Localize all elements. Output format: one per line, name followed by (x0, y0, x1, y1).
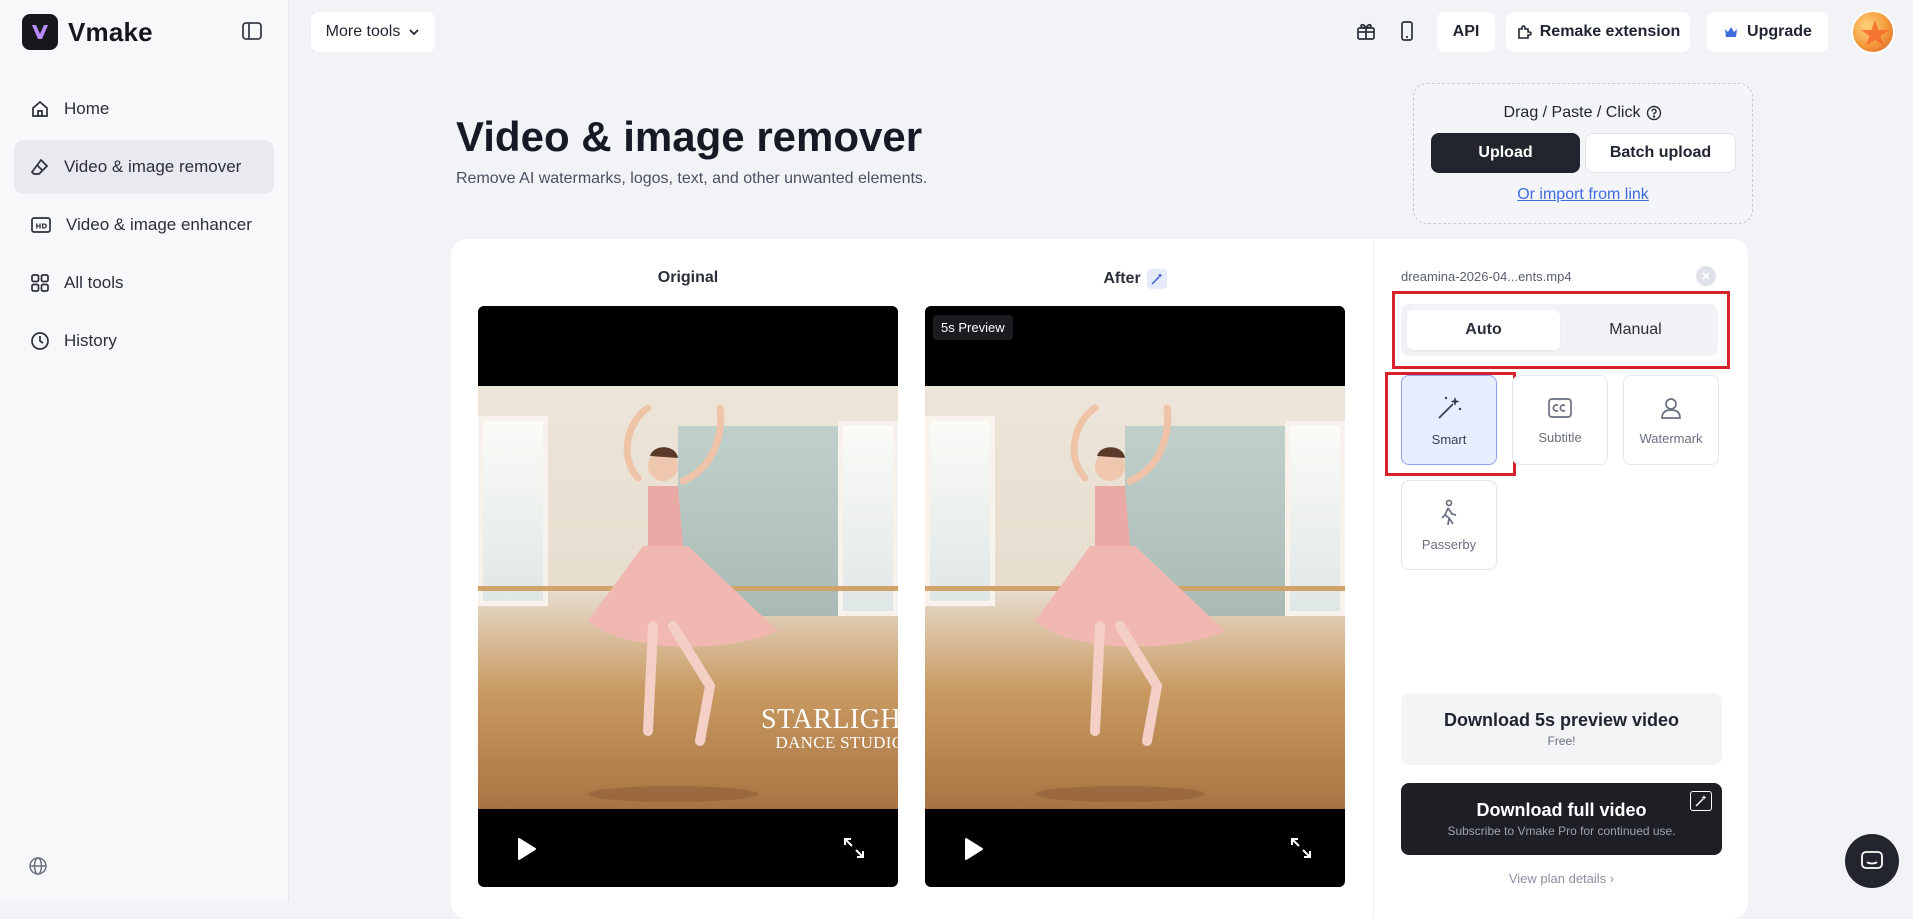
download-preview-title: Download 5s preview video (1443, 710, 1680, 730)
original-label: Original (657, 269, 719, 286)
sidebar: Vmake Home Video & image remover HD Vide… (0, 0, 289, 901)
download-preview-note: Free! (1547, 734, 1576, 748)
app-logo[interactable]: Vmake (22, 14, 153, 50)
pro-magic-icon (1690, 791, 1712, 811)
video-frame (925, 386, 1345, 809)
download-preview-button[interactable]: Download 5s preview video Free! (1401, 693, 1722, 765)
tool-label: Subtitle (1538, 429, 1582, 445)
close-icon[interactable] (1696, 266, 1716, 286)
tool-smart[interactable]: Smart (1401, 375, 1497, 465)
sidebar-item-history[interactable]: History (14, 314, 274, 368)
passerby-icon (1441, 499, 1457, 525)
fullscreen-icon[interactable] (842, 836, 866, 865)
crown-icon (1725, 27, 1738, 37)
tool-passerby[interactable]: Passerby (1401, 480, 1497, 570)
page-title: Video & image remover (456, 113, 923, 160)
extension-icon (1517, 25, 1532, 39)
sidebar-item-label: History (64, 331, 117, 350)
tab-auto[interactable]: Auto (1407, 310, 1560, 350)
sidebar-item-label: Home (64, 99, 110, 118)
tab-manual[interactable]: Manual (1559, 310, 1712, 350)
sidebar-toggle-icon[interactable] (241, 20, 265, 44)
remake-extension-label: Remake extension (1539, 23, 1681, 40)
user-avatar[interactable] (1851, 10, 1895, 54)
api-button[interactable]: API (1437, 12, 1495, 52)
upload-hint-text: Drag / Paste / Click (1503, 104, 1641, 121)
chevron-right-icon: › (1609, 871, 1615, 886)
gift-icon[interactable] (1353, 18, 1379, 44)
help-circle-icon[interactable] (1646, 105, 1662, 121)
sidebar-item-label: Video & image enhancer (66, 215, 252, 234)
tool-watermark[interactable]: Watermark (1623, 375, 1719, 465)
svg-text:HD: HD (36, 223, 48, 231)
file-name: dreamina-2026-04...ents.mp4 (1401, 269, 1572, 284)
ballerina-figure (1035, 404, 1225, 746)
page-subtitle: Remove AI watermarks, logos, text, and o… (456, 170, 928, 187)
plan-link-label: View plan details (1508, 871, 1607, 886)
upgrade-label: Upgrade (1747, 23, 1812, 40)
clock-icon (31, 332, 49, 350)
upgrade-button[interactable]: Upgrade (1707, 12, 1828, 52)
upload-dropzone[interactable]: Drag / Paste / Click Upload Batch upload… (1413, 83, 1753, 224)
watermark-icon (1661, 397, 1681, 419)
tool-label: Smart (1431, 431, 1467, 447)
chat-support-icon[interactable] (1845, 834, 1899, 888)
play-icon[interactable] (961, 836, 985, 867)
original-video-player[interactable]: STARLIGHT DANCE STUDIO (478, 306, 898, 887)
app-name: Vmake (68, 16, 153, 47)
subtitle-icon (1548, 397, 1572, 418)
download-full-button[interactable]: Download full video Subscribe to Vmake P… (1401, 783, 1722, 855)
chevron-down-icon (409, 29, 419, 36)
sidebar-item-video-image-enhancer[interactable]: HD Video & image enhancer (14, 198, 274, 252)
more-tools-dropdown[interactable]: More tools (311, 12, 435, 52)
play-icon[interactable] (514, 836, 538, 867)
api-label: API (1452, 23, 1480, 40)
download-full-title: Download full video (1476, 800, 1647, 820)
studio-watermark: STARLIGHT DANCE STUDIO (761, 704, 898, 752)
after-label-wrap: After (925, 269, 1345, 289)
preview-badge: 5s Preview (933, 315, 1013, 340)
hd-icon: HD (31, 217, 51, 233)
watermark-line-2: DANCE STUDIO (775, 733, 898, 752)
sidebar-item-home[interactable]: Home (14, 82, 274, 136)
tool-label: Watermark (1639, 430, 1703, 446)
sidebar-item-label: Video & image remover (64, 157, 242, 176)
remake-extension-button[interactable]: Remake extension (1506, 12, 1690, 52)
panel-divider (1373, 239, 1374, 919)
vmake-logo-icon (22, 14, 58, 50)
tool-label: Passerby (1421, 536, 1477, 552)
batch-upload-button[interactable]: Batch upload (1585, 133, 1736, 173)
home-icon (32, 100, 48, 117)
editor-card: Original After STARLIGHT (451, 239, 1748, 919)
upload-hint: Drag / Paste / Click (1414, 104, 1752, 122)
mode-switch: Auto Manual (1401, 304, 1718, 356)
sidebar-nav: Home Video & image remover HD Video & im… (14, 82, 274, 372)
import-from-link[interactable]: Or import from link (1414, 186, 1752, 204)
eraser-icon (30, 158, 49, 175)
grid-icon (31, 274, 49, 292)
after-label: After (1103, 270, 1141, 287)
after-video-player[interactable]: 5s Preview (925, 306, 1345, 887)
view-plan-details-link[interactable]: View plan details › (1401, 871, 1722, 886)
sidebar-item-label: All tools (64, 273, 124, 292)
upload-button[interactable]: Upload (1431, 133, 1580, 173)
fullscreen-icon[interactable] (1289, 836, 1313, 865)
magic-badge-icon (1146, 269, 1167, 289)
sidebar-item-video-image-remover[interactable]: Video & image remover (14, 140, 274, 194)
download-full-note: Subscribe to Vmake Pro for continued use… (1447, 824, 1676, 838)
sidebar-item-all-tools[interactable]: All tools (14, 256, 274, 310)
mobile-phone-icon[interactable] (1394, 18, 1420, 44)
tool-subtitle[interactable]: Subtitle (1512, 375, 1608, 465)
language-globe-icon[interactable] (28, 856, 48, 881)
more-tools-label: More tools (325, 23, 401, 40)
watermark-line-1: STARLIGHT (761, 704, 898, 735)
magic-wand-icon (1438, 396, 1462, 419)
